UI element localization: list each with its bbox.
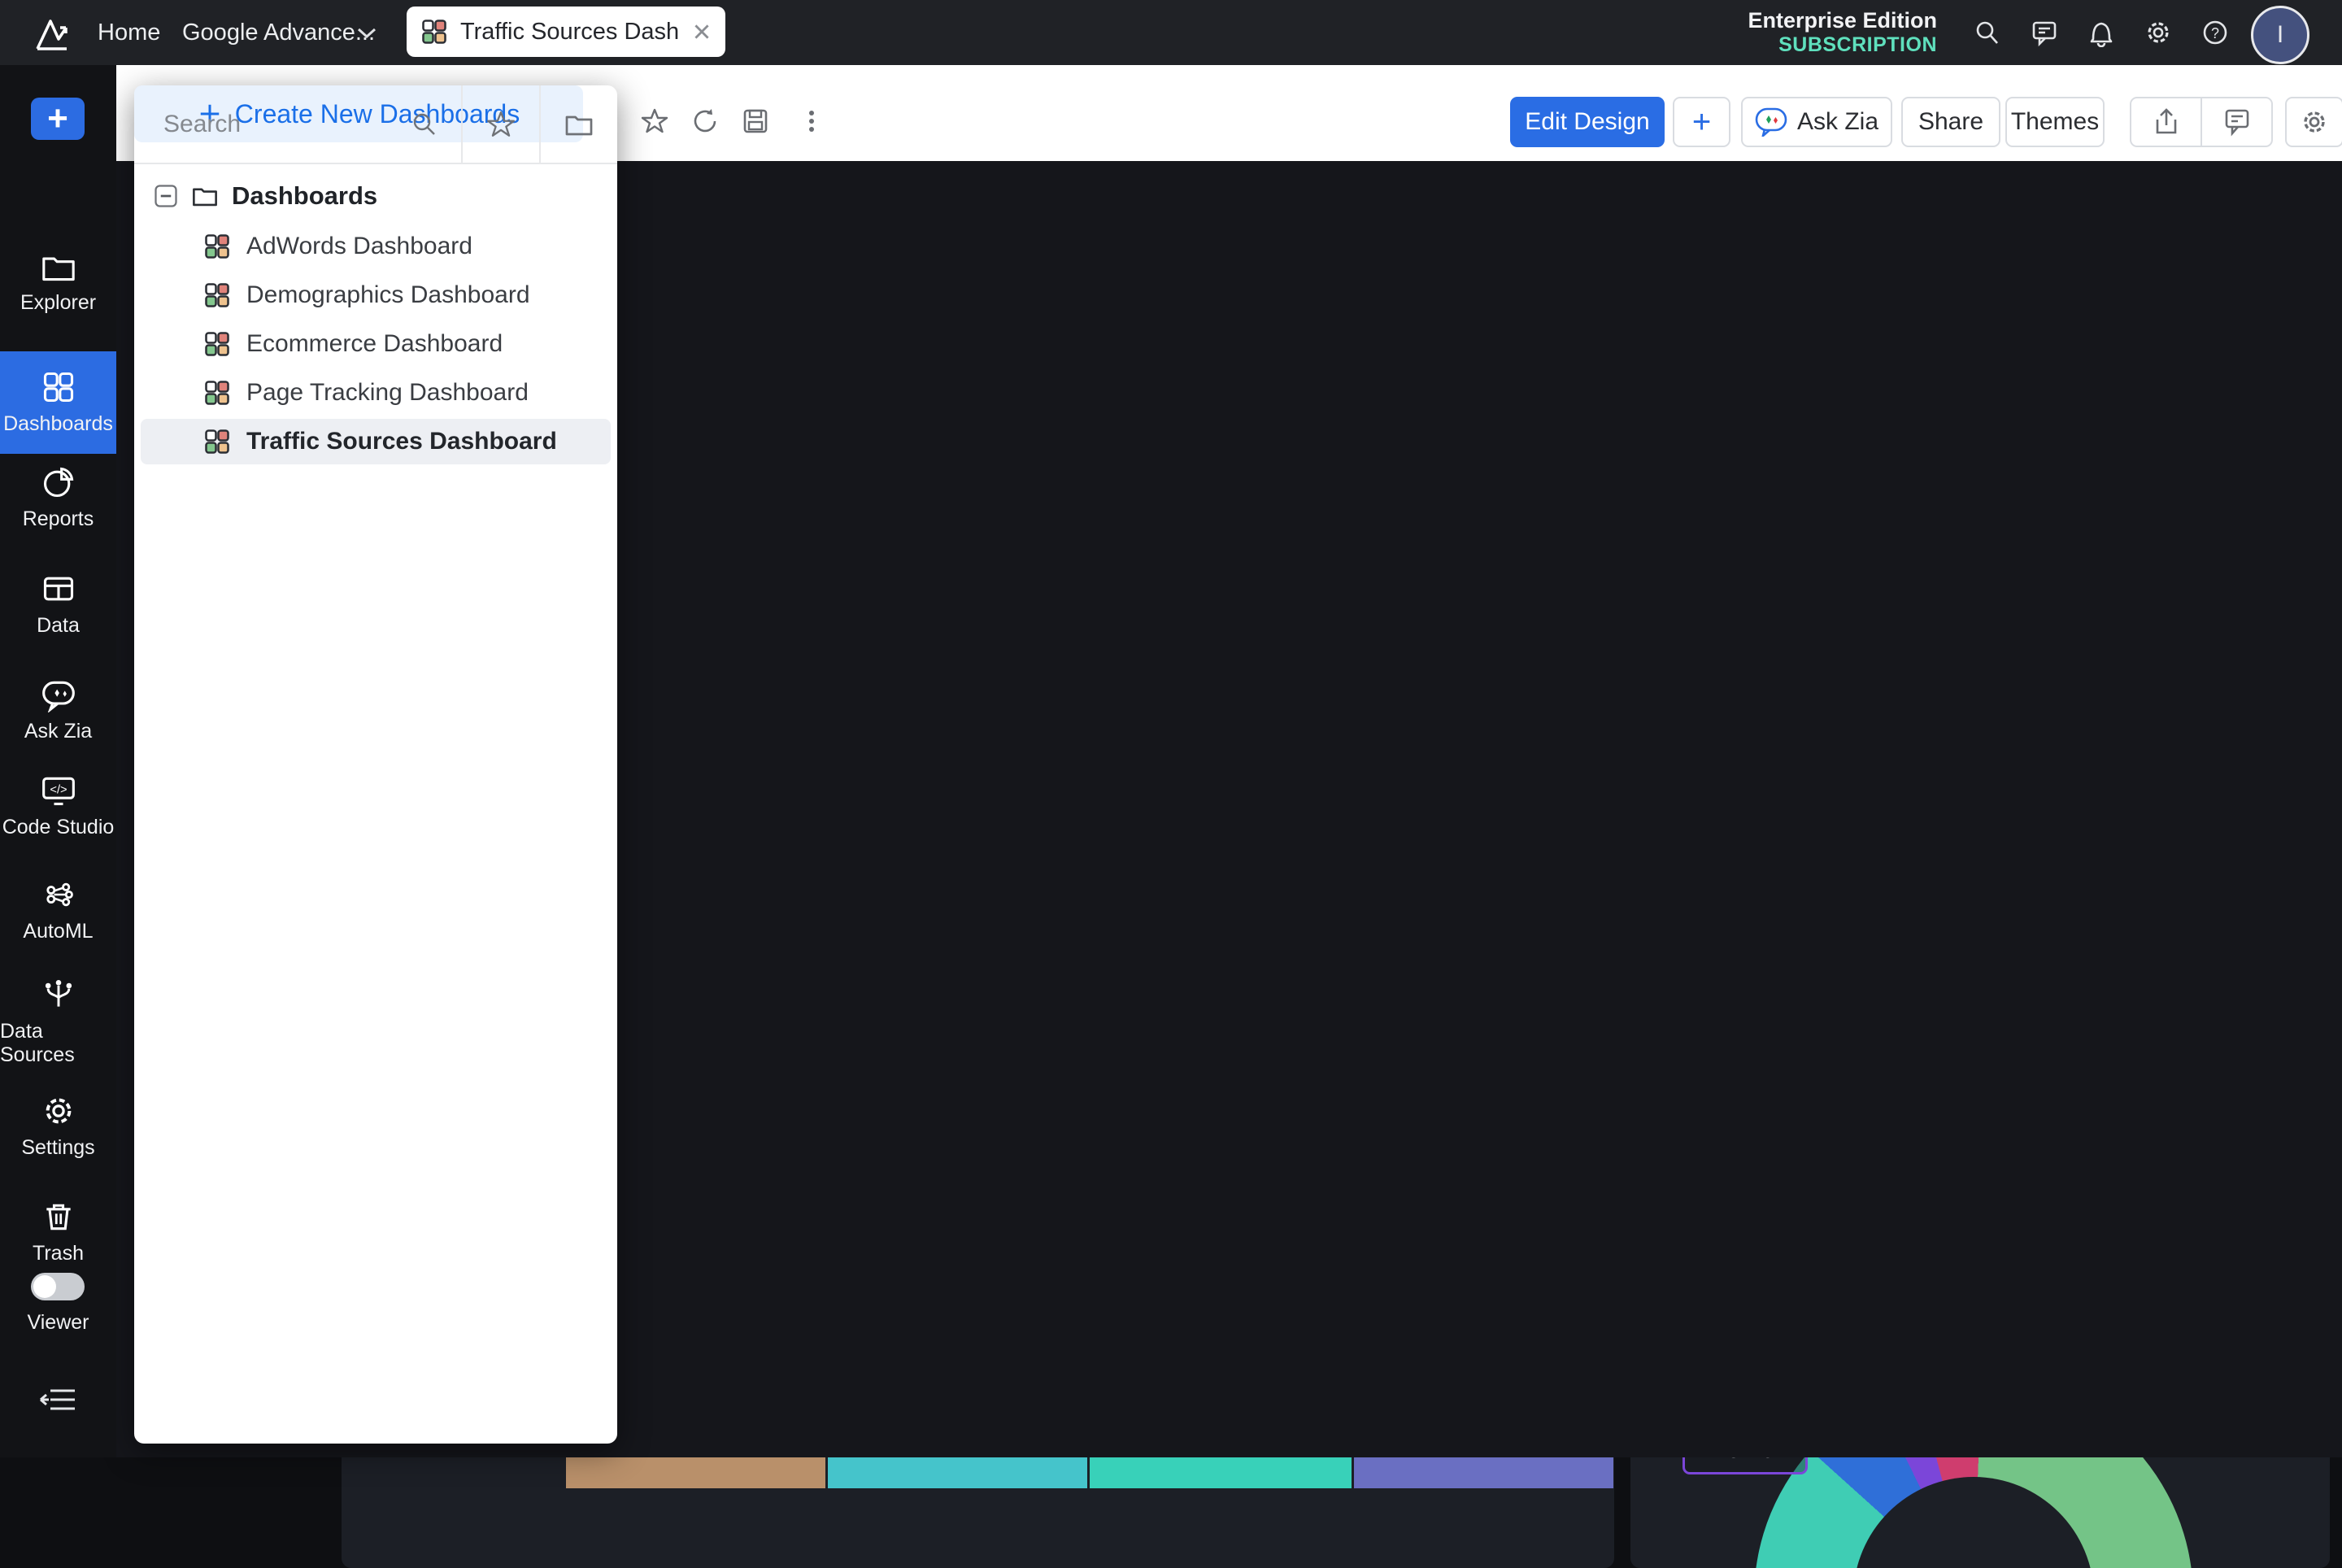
feedback-icon[interactable] — [2030, 18, 2059, 47]
chat-sparkle-icon — [41, 677, 76, 712]
pie-chart-icon — [41, 464, 76, 500]
comment-icon — [2223, 107, 2251, 137]
viewer-toggle[interactable] — [31, 1273, 85, 1300]
export-comment-group — [2130, 97, 2273, 147]
tree-item-adwords-dashboard[interactable]: AdWords Dashboard — [141, 224, 611, 269]
dashboards-explorer-panel: Search Dashboards AdWords DashboardDemog… — [134, 85, 617, 1444]
tree-node-dashboards[interactable]: Dashboards — [154, 181, 377, 211]
tree-item-demographics-dashboard[interactable]: Demographics Dashboard — [141, 272, 611, 318]
dashboard-grid-icon — [202, 232, 232, 261]
dashboard-grid-icon — [202, 378, 232, 407]
app-logo-icon[interactable] — [31, 13, 73, 54]
collapse-minus-icon[interactable] — [154, 184, 178, 208]
export-button[interactable] — [2131, 107, 2201, 137]
sidebar-item-trash[interactable]: Trash — [0, 1199, 116, 1265]
avatar-initial: I — [2277, 21, 2283, 49]
tree-item-ecommerce-dashboard[interactable]: Ecommerce Dashboard — [141, 321, 611, 367]
folder-icon — [41, 251, 76, 284]
sidebar-item-data[interactable]: Data — [0, 571, 116, 638]
edition-name: Enterprise Edition — [1748, 8, 1937, 33]
dashboard-grid-icon — [202, 329, 232, 359]
notifications-bell-icon[interactable] — [2087, 18, 2116, 47]
automl-icon — [41, 877, 76, 912]
dashboard-grid-icon — [420, 17, 449, 46]
themes-button[interactable]: Themes — [2005, 97, 2105, 147]
nav-home[interactable]: Home — [98, 0, 160, 65]
favorite-star-icon[interactable] — [641, 107, 668, 135]
trash-icon — [41, 1199, 76, 1235]
favorites-filter-button[interactable] — [463, 110, 539, 139]
folders-view-button[interactable] — [541, 111, 617, 138]
table-icon — [41, 571, 76, 607]
tab-traffic-sources-dashboard[interactable]: Traffic Sources Dash... — [407, 7, 725, 57]
left-sidebar: + Explorer Dashboards Reports Data Ask Zia </… — [0, 65, 116, 1457]
gear-icon — [2300, 107, 2329, 137]
ask-zia-button[interactable]: Ask Zia — [1741, 97, 1892, 147]
help-icon[interactable]: ? — [2201, 18, 2230, 47]
gear-icon — [41, 1093, 76, 1129]
viewer-toggle-label: Viewer — [0, 1311, 116, 1335]
close-icon[interactable] — [691, 21, 712, 42]
dashboards-grid-icon — [41, 369, 76, 405]
folder-icon — [191, 184, 219, 208]
sidebar-item-ask-zia[interactable]: Ask Zia — [0, 677, 116, 743]
sidebar-item-code-studio[interactable]: </>Code Studio — [0, 773, 116, 839]
workspace-name: Google Advance... — [182, 20, 375, 46]
dashboard-grid-icon — [202, 427, 232, 456]
svg-text:?: ? — [2211, 25, 2219, 41]
edition-badge: Enterprise Edition SUBSCRIPTION — [1748, 8, 1937, 57]
search-icon[interactable] — [411, 111, 438, 138]
export-icon — [2153, 107, 2180, 137]
tab-title: Traffic Sources Dash... — [460, 19, 680, 46]
refresh-icon[interactable] — [691, 107, 719, 135]
top-bar: Home Google Advance... Traffic Sources D… — [0, 0, 2342, 65]
dashboard-grid-icon — [202, 281, 232, 310]
sidebar-create-button[interactable]: + — [31, 98, 85, 140]
toggle-knob — [33, 1275, 56, 1298]
svg-text:</>: </> — [50, 784, 67, 797]
star-icon — [486, 110, 516, 139]
sidebar-item-explorer[interactable]: Explorer — [0, 251, 116, 315]
data-sources-icon — [41, 977, 76, 1013]
code-icon: </> — [41, 773, 76, 808]
sidebar-item-dashboards[interactable]: Dashboards — [0, 351, 116, 454]
sidebar-item-reports[interactable]: Reports — [0, 464, 116, 531]
more-options-kebab-icon[interactable] — [798, 107, 825, 135]
panel-search-row: Search — [134, 85, 617, 164]
sidebar-item-automl[interactable]: AutoML — [0, 877, 116, 943]
workspace-switcher[interactable]: Google Advance... — [182, 0, 375, 65]
sidebar-item-data-sources[interactable]: Data Sources — [0, 977, 116, 1067]
subscription-label: SUBSCRIPTION — [1748, 33, 1937, 57]
gear-icon[interactable] — [2144, 18, 2173, 47]
chevron-down-icon — [356, 27, 377, 40]
save-icon[interactable] — [742, 107, 769, 135]
sidebar-item-settings[interactable]: Settings — [0, 1093, 116, 1160]
add-widget-button[interactable]: + — [1673, 97, 1730, 147]
edit-design-button[interactable]: Edit Design — [1510, 97, 1665, 147]
tree-item-traffic-sources-dashboard[interactable]: Traffic Sources Dashboard — [141, 419, 611, 464]
folder-icon — [564, 111, 594, 138]
dashboard-settings-button[interactable] — [2285, 97, 2342, 147]
share-button[interactable]: Share — [1901, 97, 2000, 147]
collapse-sidebar-icon[interactable] — [39, 1384, 78, 1415]
search-icon[interactable] — [1973, 18, 2002, 47]
avatar[interactable]: I — [2251, 6, 2309, 64]
tree-item-page-tracking-dashboard[interactable]: Page Tracking Dashboard — [141, 370, 611, 416]
zia-icon — [1755, 107, 1787, 137]
search-input[interactable]: Search — [163, 111, 411, 138]
comments-button[interactable] — [2202, 107, 2271, 137]
tree-root-label: Dashboards — [232, 181, 377, 211]
